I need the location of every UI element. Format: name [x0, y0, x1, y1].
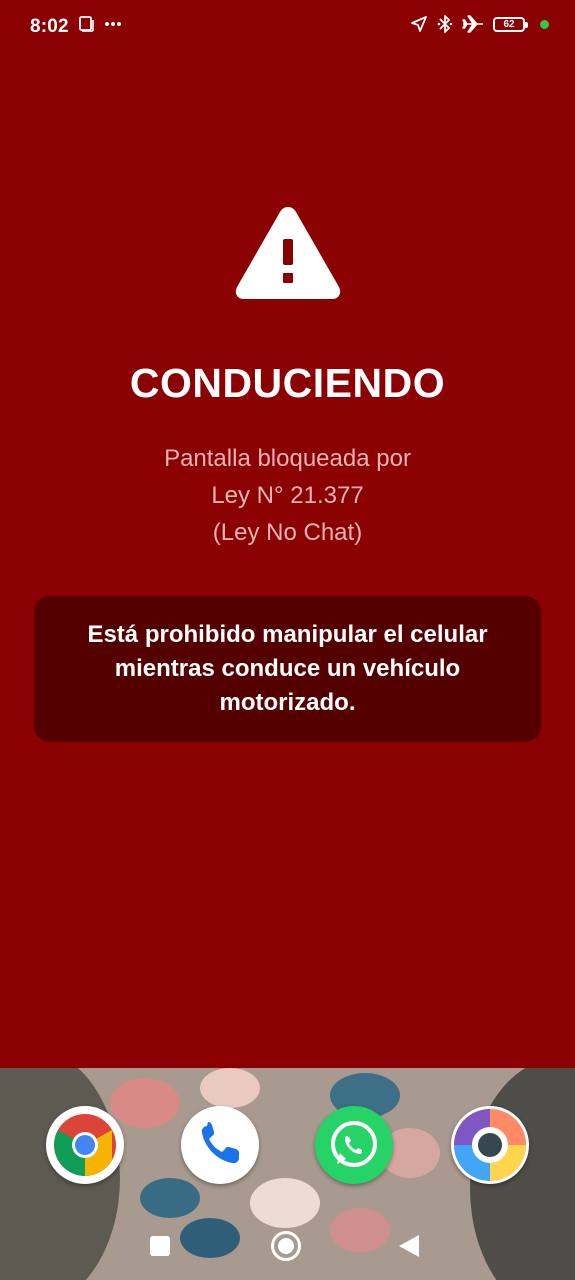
- law-subtitle: Pantalla bloqueada por Ley N° 21.377 (Le…: [0, 440, 575, 551]
- warning-triangle-icon: [235, 207, 341, 299]
- back-button[interactable]: [399, 1235, 419, 1257]
- wallpaper-shape: [140, 1178, 200, 1218]
- status-bar: 8:02 62: [0, 0, 575, 56]
- whatsapp-icon[interactable]: [315, 1106, 393, 1184]
- wallpaper-shape: [200, 1068, 260, 1108]
- driving-lock-screen: 8:02 62 CONDUCIENDO Pantalla bloqueada p…: [0, 0, 575, 1280]
- phone-icon[interactable]: [181, 1106, 259, 1184]
- browser-icon[interactable]: [451, 1106, 529, 1184]
- message-line: mientras conduce un vehículo: [114, 655, 461, 682]
- status-right-icons: 62: [410, 14, 549, 34]
- subtitle-line: Ley N° 21.377: [211, 482, 364, 509]
- battery-level: 62: [503, 18, 515, 30]
- home-button[interactable]: [271, 1231, 301, 1261]
- subtitle-line: Pantalla bloqueada por: [164, 445, 411, 472]
- recents-button[interactable]: [150, 1236, 170, 1256]
- status-left-icons: [78, 16, 122, 32]
- message-line: Está prohibido manipular el celular: [87, 621, 488, 648]
- location-arrow-icon: [411, 16, 427, 32]
- screenshot-icon: [79, 16, 94, 32]
- subtitle-line: (Ley No Chat): [212, 519, 363, 546]
- more-dots-icon: [105, 22, 121, 26]
- driving-title: CONDUCIENDO: [129, 360, 446, 406]
- chrome-icon[interactable]: [46, 1106, 124, 1184]
- bluetooth-icon: [437, 15, 453, 33]
- status-time: 8:02: [30, 16, 69, 37]
- wallpaper-shape: [250, 1178, 320, 1228]
- navigation-bar: [0, 1228, 575, 1264]
- battery-icon: 62: [493, 16, 528, 32]
- prohibition-message-box: Está prohibido manipular el celular mien…: [34, 596, 541, 742]
- green-indicator-dot: [540, 19, 549, 29]
- airplane-mode-icon: [462, 15, 483, 33]
- message-line: motorizado.: [219, 689, 356, 716]
